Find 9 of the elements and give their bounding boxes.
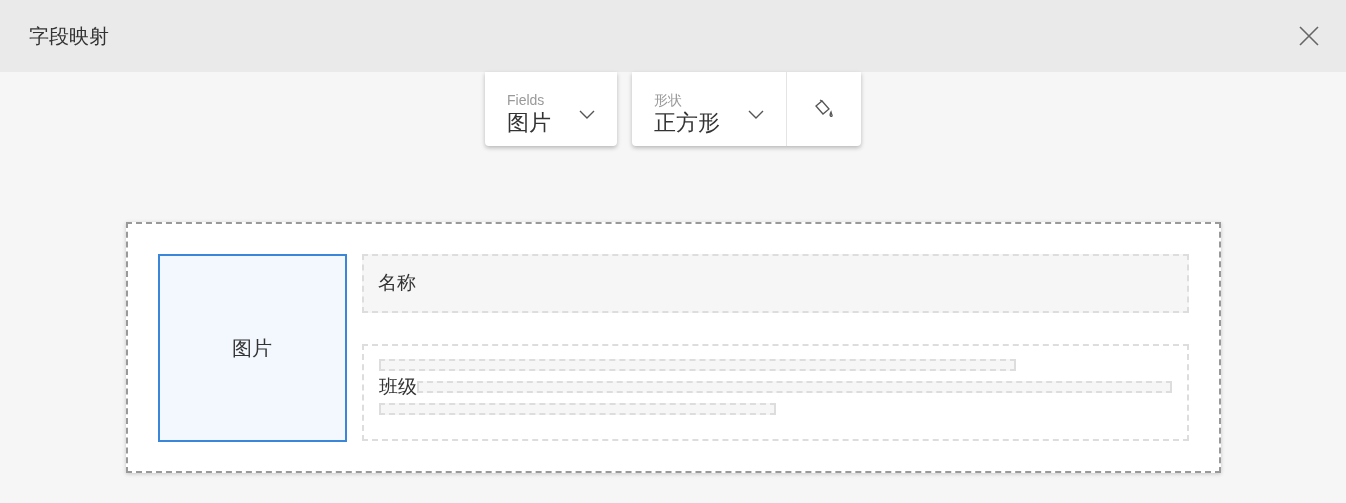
text-lines-slot[interactable]: 班级 xyxy=(361,344,1189,441)
window-title: 字段映射 xyxy=(29,24,109,49)
fields-dropdown[interactable]: Fields 图片 xyxy=(485,72,617,146)
close-icon[interactable] xyxy=(1298,25,1320,47)
name-field-slot[interactable]: 名称 xyxy=(361,254,1189,313)
image-placeholder[interactable]: 图片 xyxy=(157,254,347,442)
chevron-down-icon xyxy=(748,110,764,120)
slot-label: 班级 xyxy=(378,379,417,395)
chevron-down-icon xyxy=(579,110,595,120)
